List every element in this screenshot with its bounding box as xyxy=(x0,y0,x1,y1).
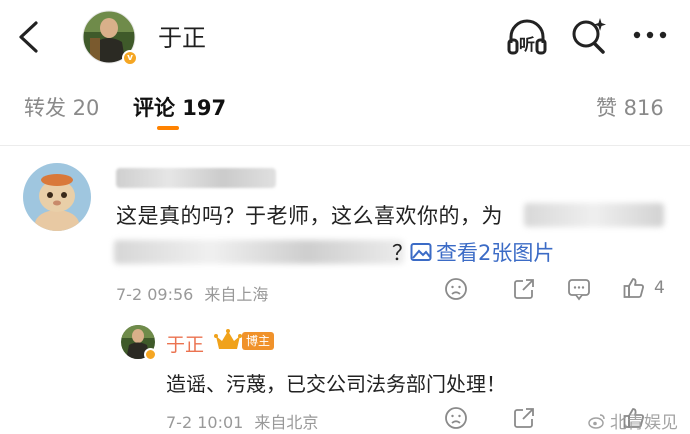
reply-share-button[interactable] xyxy=(512,406,536,434)
sad-face-icon xyxy=(445,407,467,429)
crown-icon xyxy=(214,328,242,356)
tab-reposts[interactable]: 转发 20 xyxy=(24,92,99,122)
redacted-text xyxy=(524,203,664,227)
comment-time: 7-2 09:56 xyxy=(116,285,194,304)
verified-badge-icon: v xyxy=(122,50,138,66)
reply-avatar[interactable] xyxy=(120,324,157,361)
commenter-avatar[interactable] xyxy=(22,162,92,232)
share-icon xyxy=(514,279,534,299)
comment-bubble-icon xyxy=(568,279,590,301)
watermark-text: 北青娱见 xyxy=(610,413,678,433)
verified-badge-icon xyxy=(144,348,157,361)
tab-comments[interactable]: 评论 197 xyxy=(133,92,226,122)
redacted-text xyxy=(114,240,404,264)
header-avatar[interactable]: v xyxy=(82,10,138,66)
search-button[interactable] xyxy=(570,16,608,56)
thumbs-up-icon xyxy=(623,278,644,298)
image-icon xyxy=(410,243,432,261)
more-dots-icon xyxy=(633,31,667,39)
comment-text-line1: 这是真的吗？于老师，这么喜欢你的，为 xyxy=(116,204,503,228)
listen-label: 听 xyxy=(519,35,536,54)
view-pictures-link[interactable]: 查看2张图片 xyxy=(410,237,554,267)
weibo-logo-icon xyxy=(588,413,605,429)
commenter-name-blurred xyxy=(116,168,276,188)
author-badge: 博主 xyxy=(242,332,275,350)
reply-author[interactable]: 于正 xyxy=(166,330,204,357)
reply-meta: 7-2 10:01 来自北京 xyxy=(166,409,318,433)
like-count: 4 xyxy=(654,278,665,298)
tab-likes[interactable]: 赞 816 xyxy=(596,92,664,122)
reply-location: 来自北京 xyxy=(254,413,319,432)
watermark: 北青娱见 xyxy=(588,408,678,433)
comment-location: 来自上海 xyxy=(204,285,269,304)
listen-button[interactable]: 听 xyxy=(505,16,549,58)
like-button[interactable]: 4 xyxy=(622,276,665,300)
view-pictures-label: 查看2张图片 xyxy=(436,241,555,265)
chevron-left-icon xyxy=(19,21,38,53)
active-tab-indicator xyxy=(157,126,179,130)
reply-text: 造谣、污蔑，已交公司法务部门处理！ xyxy=(166,372,506,396)
more-button[interactable] xyxy=(632,30,668,40)
search-sparkle-icon xyxy=(572,18,606,54)
share-icon xyxy=(514,408,534,428)
page-title[interactable]: 于正 xyxy=(158,18,206,53)
back-button[interactable] xyxy=(16,20,40,54)
comment-meta: 7-2 09:56 来自上海 xyxy=(116,281,268,305)
share-button[interactable] xyxy=(512,277,536,305)
reply-dislike-button[interactable] xyxy=(444,406,468,434)
sad-face-icon xyxy=(445,278,467,300)
reply-time: 7-2 10:01 xyxy=(166,413,244,432)
tabs-divider xyxy=(0,145,690,146)
reply-button[interactable] xyxy=(567,277,591,305)
dislike-button[interactable] xyxy=(444,277,468,305)
